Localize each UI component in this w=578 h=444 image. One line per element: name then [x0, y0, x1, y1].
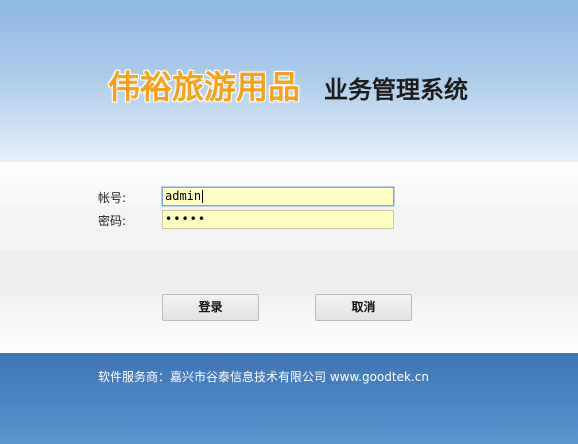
username-input[interactable]: admin [162, 187, 394, 206]
provider-info: 软件服务商：嘉兴市谷泰信息技术有限公司 www.goodtek.cn [98, 370, 429, 384]
form-band [0, 250, 578, 295]
username-label: 帐号: [98, 191, 127, 205]
form-band [0, 295, 578, 353]
password-input[interactable]: ••••• [162, 210, 394, 229]
login-window: 伟裕旅游用品 业务管理系统 帐号: admin 密码: ••••• 登录 取消 … [0, 0, 578, 444]
text-caret [202, 190, 204, 203]
brand-logo-text: 伟裕旅游用品 [108, 68, 301, 106]
username-value: admin [165, 189, 202, 203]
cancel-button[interactable]: 取消 [315, 294, 412, 321]
system-title: 业务管理系统 [324, 76, 468, 104]
login-button[interactable]: 登录 [162, 294, 259, 321]
password-mask: ••••• [165, 212, 207, 226]
header-banner: 伟裕旅游用品 业务管理系统 [0, 0, 578, 162]
footer-bar [0, 353, 578, 444]
password-label: 密码: [98, 214, 127, 228]
